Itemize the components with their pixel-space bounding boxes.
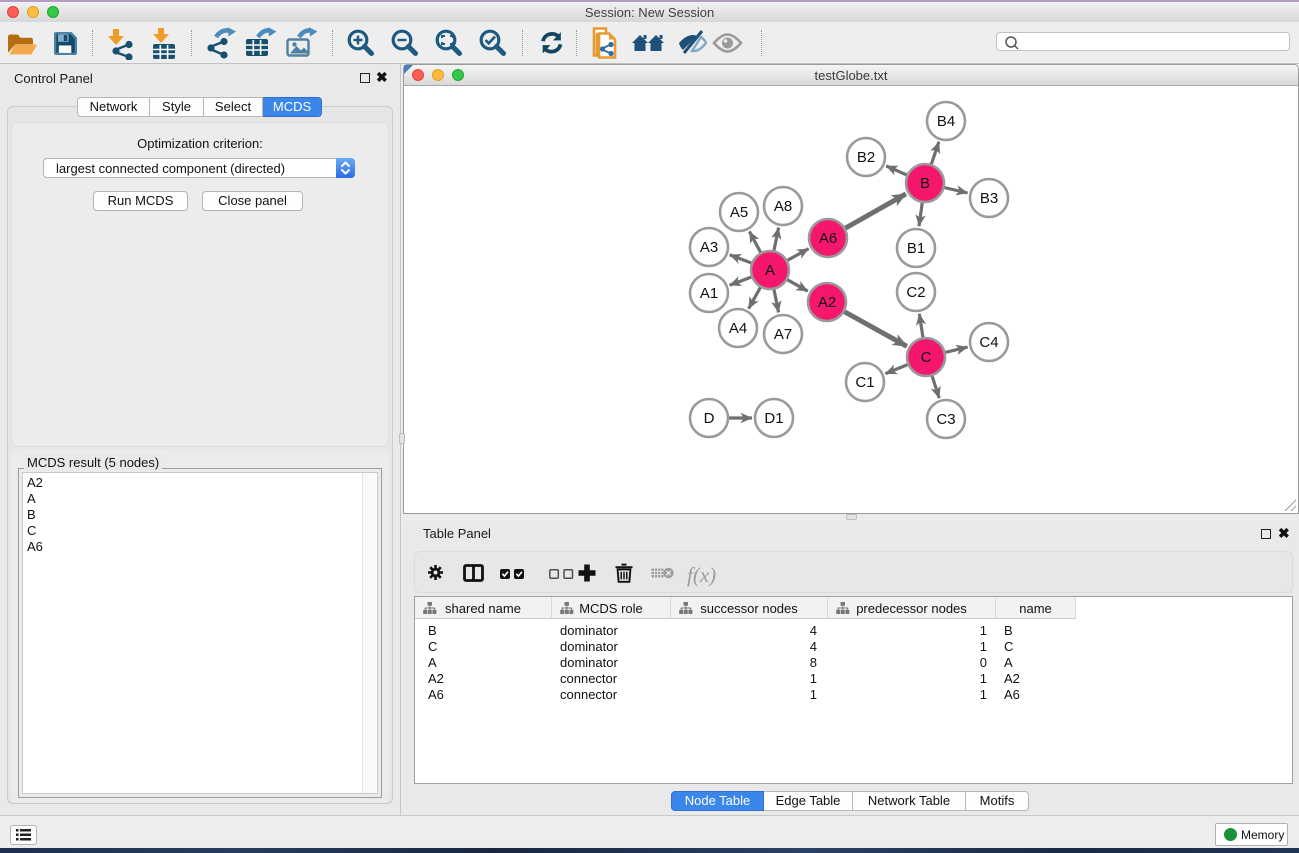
svg-text:A3: A3 [700, 239, 718, 256]
svg-text:A8: A8 [774, 198, 792, 215]
svg-text:A4: A4 [729, 320, 747, 337]
svg-text:B1: B1 [907, 240, 925, 257]
svg-text:B3: B3 [980, 190, 998, 207]
svg-text:A5: A5 [730, 204, 748, 221]
svg-text:B: B [920, 175, 930, 192]
svg-text:C2: C2 [906, 284, 925, 301]
svg-text:C: C [921, 349, 932, 366]
svg-text:A6: A6 [819, 230, 837, 247]
svg-text:B2: B2 [857, 149, 875, 166]
svg-text:A: A [765, 262, 775, 279]
svg-text:D: D [704, 410, 715, 427]
svg-text:C4: C4 [979, 334, 998, 351]
svg-text:C1: C1 [855, 374, 874, 391]
svg-text:A7: A7 [774, 326, 792, 343]
svg-text:B4: B4 [937, 113, 955, 130]
svg-text:C3: C3 [936, 411, 955, 428]
svg-text:D1: D1 [764, 410, 783, 427]
svg-text:A1: A1 [700, 285, 718, 302]
svg-text:A2: A2 [818, 294, 836, 311]
